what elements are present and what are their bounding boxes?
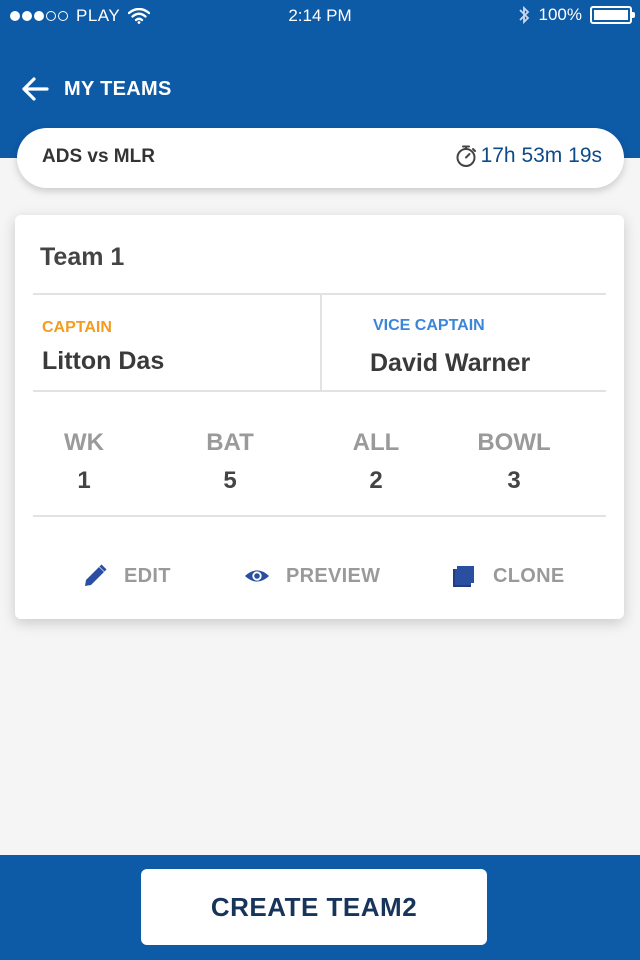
preview-label: PREVIEW [286, 564, 381, 587]
captain-name: Litton Das [42, 347, 165, 375]
stat-value: 5 [223, 467, 237, 494]
status-bar: PLAY 2:14 PM 100% [0, 0, 640, 32]
bottom-bar: CREATE TEAM2 [0, 855, 640, 960]
clone-button[interactable]: CLONE [451, 563, 565, 589]
edit-button[interactable]: EDIT [82, 563, 171, 589]
match-info-bar: ADS vs MLR 17h 53m 19s [17, 128, 624, 188]
stat-value: 1 [77, 467, 91, 494]
status-right: 100% [517, 5, 635, 25]
vice-captain-label: VICE CAPTAIN [373, 317, 485, 334]
copy-icon [453, 566, 474, 587]
create-team-button[interactable]: CREATE TEAM2 [141, 869, 487, 945]
stat-all: ALL 2 [316, 429, 436, 495]
match-name: ADS vs MLR [42, 146, 155, 167]
team-title: Team 1 [40, 243, 125, 271]
stat-label: BOWL [477, 429, 551, 456]
divider [320, 295, 322, 391]
countdown-text: 17h 53m 19s [480, 144, 602, 167]
clone-label: CLONE [493, 564, 565, 587]
pencil-icon [85, 564, 107, 586]
battery-percent: 100% [538, 5, 582, 24]
page-title: MY TEAMS [64, 77, 172, 100]
bluetooth-icon [518, 5, 529, 25]
stat-wk: WK 1 [24, 429, 144, 495]
nav-bar: MY TEAMS [20, 72, 172, 106]
stat-value: 2 [369, 467, 383, 494]
stat-label: BAT [206, 429, 254, 456]
stat-bat: BAT 5 [170, 429, 290, 495]
divider [33, 390, 606, 392]
team-card[interactable]: Team 1 CAPTAIN Litton Das VICE CAPTAIN D… [15, 215, 624, 619]
stat-label: ALL [352, 429, 400, 456]
edit-label: EDIT [124, 564, 171, 587]
stat-bowl: BOWL 3 [454, 429, 574, 495]
countdown-timer: 17h 53m 19s [455, 144, 602, 168]
preview-button[interactable]: PREVIEW [244, 563, 380, 589]
stat-label: WK [64, 429, 104, 456]
eye-icon [244, 570, 270, 582]
stopwatch-icon [456, 145, 476, 167]
divider [33, 515, 606, 517]
battery-icon [590, 6, 635, 24]
stat-value: 3 [507, 467, 521, 494]
captain-label: CAPTAIN [42, 319, 112, 336]
vice-captain-name: David Warner [370, 349, 531, 377]
arrow-left-icon[interactable] [20, 75, 50, 103]
